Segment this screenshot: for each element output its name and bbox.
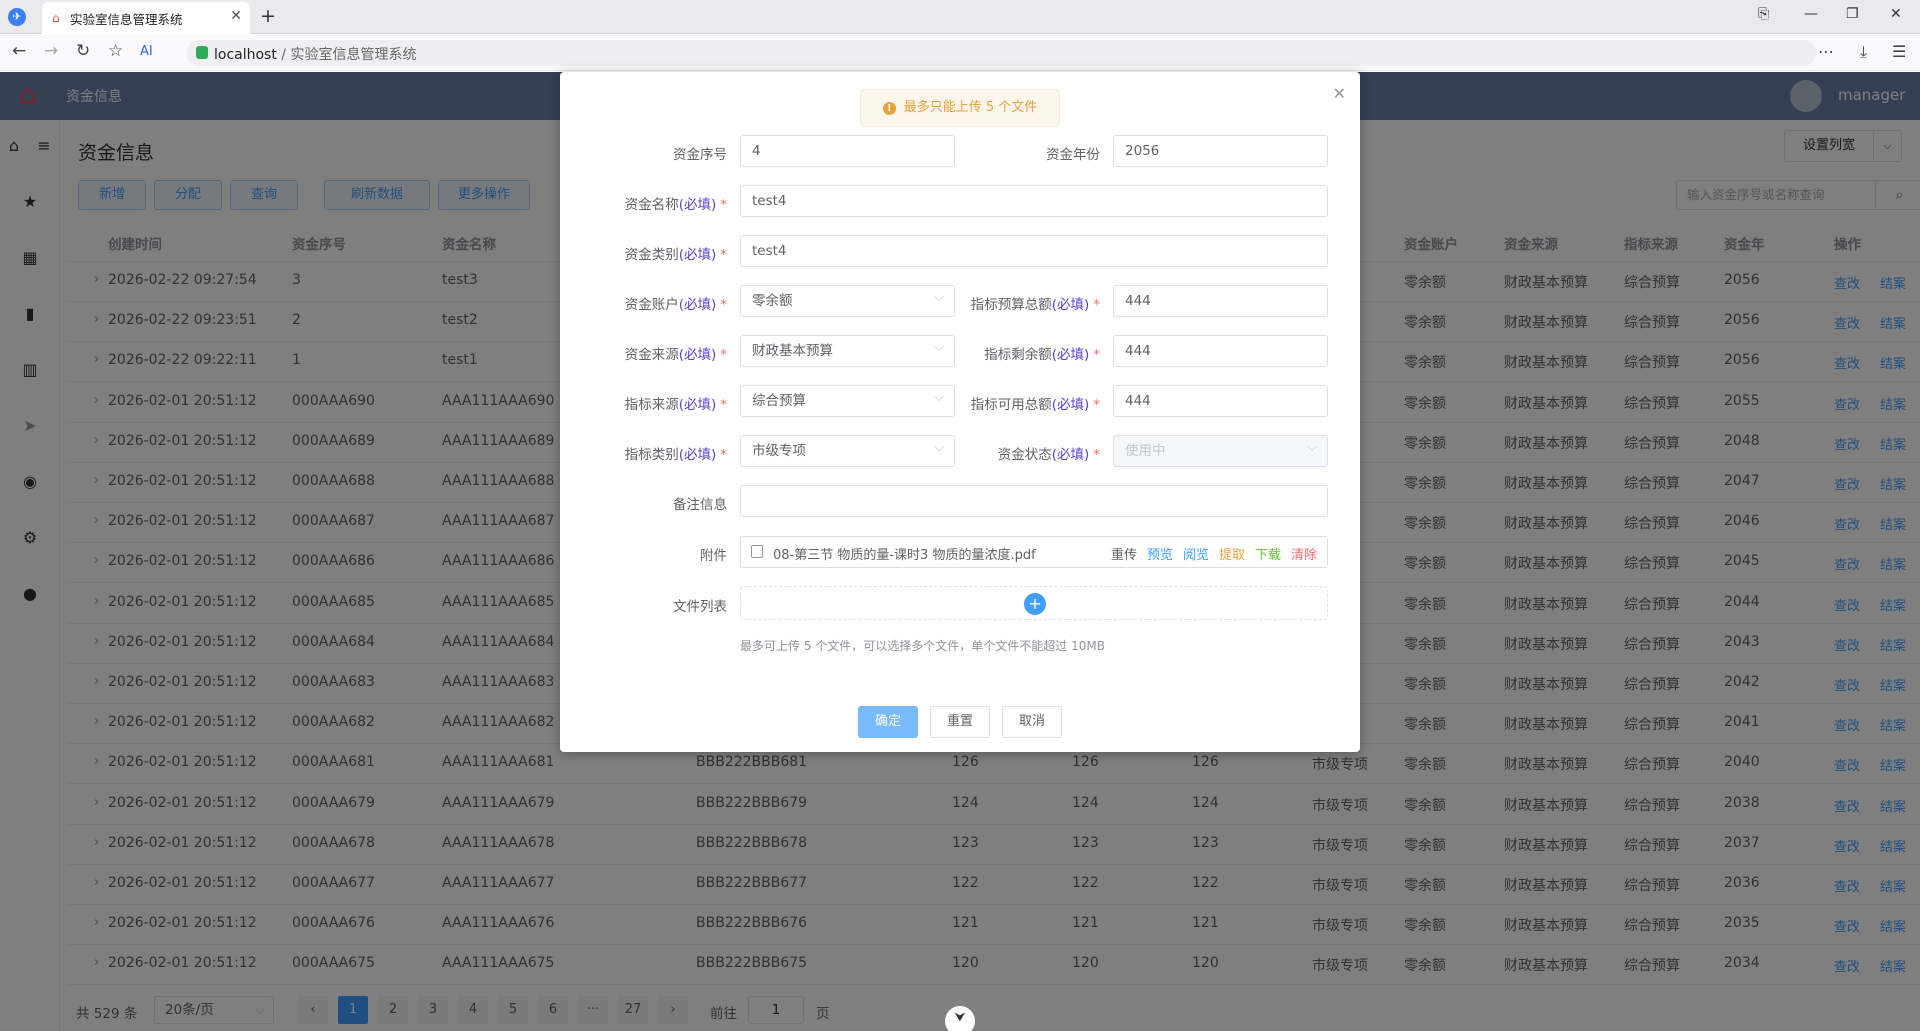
attachment-name: 08-第三节 物质的量-课时3 物质的量浓度.pdf [773, 548, 1036, 563]
ai-icon[interactable]: AI [140, 44, 153, 59]
fund-status-select: 使用中 [1113, 433, 1328, 467]
fund-name-input[interactable]: test4 [740, 185, 1328, 217]
label-index-type: 指标类别(必填) * [624, 447, 727, 463]
label-available: 指标可用总额(必填) * [970, 397, 1100, 413]
label-fund-name: 资金名称(必填) * [624, 197, 727, 213]
label-fund-source: 资金来源(必填) * [624, 347, 727, 363]
label-fund-status: 资金状态(必填) * [997, 447, 1100, 463]
label-file-list: 文件列表 [673, 599, 727, 615]
attachment-field: 08-第三节 物质的量-课时3 物质的量浓度.pdf 重传 预览 阅览 提取 下… [740, 536, 1328, 568]
label-attachment: 附件 [700, 548, 727, 564]
secure-icon [196, 46, 208, 59]
label-fund-type: 资金类别(必填) * [624, 247, 727, 263]
minimize-icon[interactable]: — [1804, 6, 1818, 22]
restore-icon[interactable]: ❐ [1846, 6, 1859, 22]
upload-limit-alert: ! 最多只能上传 5 个文件 [860, 89, 1060, 127]
warning-icon: ! [882, 102, 896, 115]
reset-button[interactable]: 重置 [930, 706, 990, 738]
close-tab-icon[interactable]: ✕ [230, 8, 242, 24]
file-list-dropzone[interactable]: + [740, 586, 1328, 620]
fund-account-select[interactable]: 零余额 [740, 283, 955, 317]
more-icon[interactable]: ⋯ [1818, 42, 1834, 61]
label-fund-no: 资金序号 [673, 147, 727, 163]
address-bar: ← → ↻ ☆ AI localhost / 实验室信息管理系统 ⋯ ⤓ ☰ [0, 35, 1920, 71]
download-link[interactable]: 下载 [1255, 544, 1281, 563]
browser-tab[interactable]: ⌂ 实验室信息管理系统 ✕ [42, 2, 250, 34]
forward-icon[interactable]: → [44, 41, 58, 61]
fund-no-input[interactable]: 4 [740, 135, 955, 167]
menu-icon[interactable]: ☰ [1892, 42, 1906, 61]
reupload-link[interactable]: 重传 [1111, 544, 1137, 563]
label-fund-year: 资金年份 [1046, 147, 1100, 163]
reload-icon[interactable]: ↻ [76, 41, 90, 61]
file-icon [751, 545, 763, 558]
remark-input[interactable] [740, 485, 1328, 517]
label-remark: 备注信息 [673, 497, 727, 513]
new-tab-icon[interactable]: + [260, 5, 276, 27]
fund-year-input[interactable]: 2056 [1113, 135, 1328, 167]
view-link[interactable]: 阅览 [1183, 544, 1209, 563]
url-text: localhost / 实验室信息管理系统 [214, 47, 417, 63]
label-fund-account: 资金账户(必填) * [624, 297, 727, 313]
browser-logo-icon: ✈ [8, 8, 26, 26]
label-budget-total: 指标预算总额(必填) * [970, 297, 1100, 313]
star-icon[interactable]: ☆ [108, 41, 123, 61]
browser-tab-bar: ✈ ⌂ 实验室信息管理系统 ✕ + ⎘ — ❐ ✕ [0, 0, 1920, 34]
close-icon[interactable]: ✕ [1333, 84, 1346, 103]
label-index-source: 指标来源(必填) * [624, 397, 727, 413]
remaining-input[interactable]: 444 [1113, 335, 1328, 367]
fund-source-select[interactable]: 财政基本预算 [740, 333, 955, 367]
clear-link[interactable]: 清除 [1291, 544, 1317, 563]
confirm-button[interactable]: 确定 [858, 706, 918, 738]
index-source-select[interactable]: 综合预算 [740, 383, 955, 417]
cancel-button[interactable]: 取消 [1002, 706, 1062, 738]
add-file-icon[interactable]: + [1024, 593, 1046, 615]
window-close-icon[interactable]: ✕ [1890, 6, 1902, 22]
preview-link[interactable]: 预览 [1147, 544, 1173, 563]
fund-type-input[interactable]: test4 [740, 235, 1328, 267]
home-favicon-icon: ⌂ [52, 11, 60, 25]
download-icon[interactable]: ⤓ [1860, 42, 1867, 62]
label-remaining: 指标剩余额(必填) * [984, 347, 1100, 363]
edit-fund-dialog: ✕ ! 最多只能上传 5 个文件 资金序号 4 资金年份 2056 资金名称(必填… [560, 72, 1360, 752]
tab-title: 实验室信息管理系统 [70, 12, 183, 27]
upload-tip: 最多可上传 5 个文件，可以选择多个文件，单个文件不能超过 10MB [740, 639, 1105, 653]
scroll-down-icon[interactable]: ⮟ [945, 1006, 975, 1031]
bookmark-window-icon[interactable]: ⎘ [1758, 6, 1769, 22]
available-input[interactable]: 444 [1113, 385, 1328, 417]
back-icon[interactable]: ← [12, 41, 26, 61]
url-box[interactable]: localhost / 实验室信息管理系统 [186, 40, 1816, 66]
budget-total-input[interactable]: 444 [1113, 285, 1328, 317]
extract-link[interactable]: 提取 [1219, 544, 1245, 563]
index-type-select[interactable]: 市级专项 [740, 433, 955, 467]
